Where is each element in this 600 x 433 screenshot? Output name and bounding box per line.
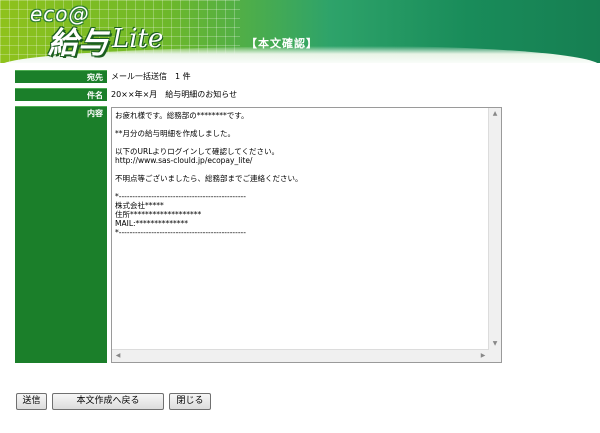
logo-lite-text: Lite xyxy=(112,24,164,54)
body-textarea[interactable]: お疲れ様です。総務部の********です。 **月分の給与明細を作成しました。… xyxy=(111,107,502,363)
scroll-right-icon[interactable]: ▶ xyxy=(477,350,489,362)
vertical-scrollbar[interactable]: ▲ ▼ xyxy=(488,108,501,350)
to-value: メール一括送信 1 件 xyxy=(111,72,191,81)
send-button[interactable]: 送信 xyxy=(16,393,47,410)
scroll-left-icon[interactable]: ◀ xyxy=(112,350,124,362)
back-to-compose-button[interactable]: 本文作成へ戻る xyxy=(52,393,164,410)
subject-value: 20××年×月 給与明細のお知らせ xyxy=(111,90,238,99)
to-label: 宛先 xyxy=(15,70,107,83)
app-header: eco@ 給与 Lite 【本文確認】 xyxy=(0,0,600,63)
body-text[interactable]: お疲れ様です。総務部の********です。 **月分の給与明細を作成しました。… xyxy=(115,111,487,348)
subject-label: 件名 xyxy=(15,88,107,101)
logo-main-text: 給与 xyxy=(48,26,108,61)
body-label-column: 内容 xyxy=(15,106,107,363)
horizontal-scrollbar[interactable]: ◀ ▶ xyxy=(112,349,489,362)
scroll-up-icon[interactable]: ▲ xyxy=(489,108,501,120)
scroll-down-icon[interactable]: ▼ xyxy=(489,338,501,350)
close-button[interactable]: 閉じる xyxy=(169,393,211,410)
scrollbar-corner xyxy=(489,350,501,362)
body-label: 内容 xyxy=(87,109,103,118)
page-title: 【本文確認】 xyxy=(246,37,318,50)
